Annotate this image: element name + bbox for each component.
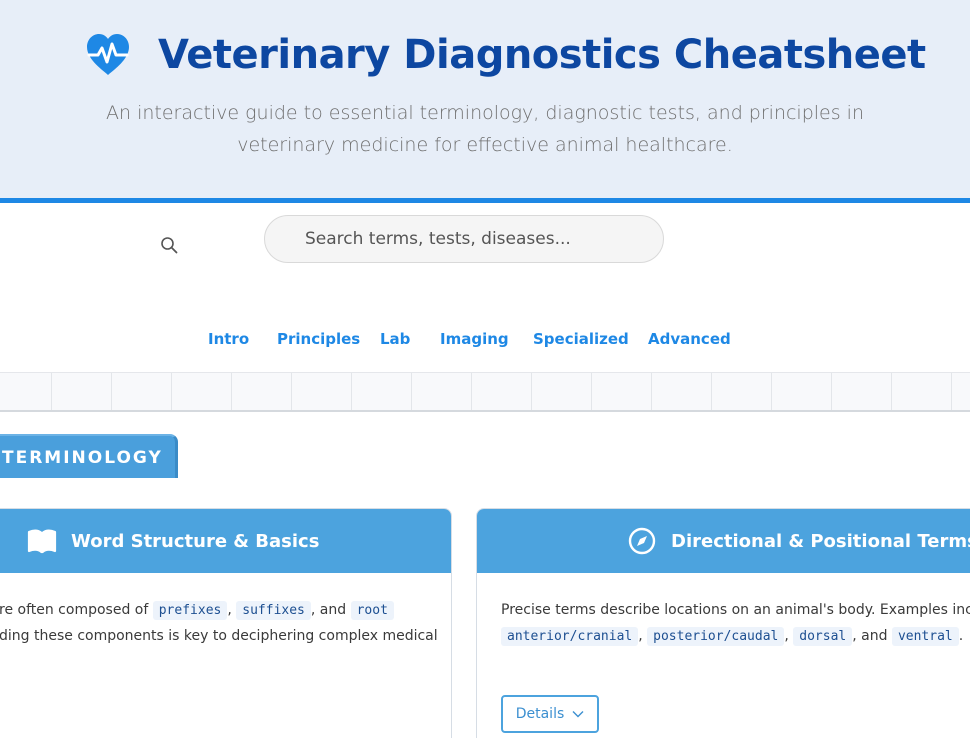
code-term: root (350, 601, 394, 620)
card-word-structure: Word Structure & Basics re often compose… (0, 508, 452, 738)
card-text-line: ding these components is key to decipher… (0, 623, 438, 649)
nav-link-imaging[interactable]: Imaging (440, 330, 509, 348)
code-term: suffixes (236, 601, 311, 620)
page-title: Veterinary Diagnostics Cheatsheet (158, 32, 926, 78)
card-header: Word Structure & Basics (0, 509, 451, 573)
details-button[interactable]: Details (501, 695, 599, 733)
code-term: dorsal (793, 627, 853, 646)
body-text: re often composed of (0, 602, 149, 618)
code-term: ventral (891, 627, 959, 646)
compass-icon (628, 527, 656, 555)
body-text: ding these components is key to decipher… (0, 628, 438, 644)
search-input[interactable] (264, 215, 664, 263)
nav-link-specialized[interactable]: Specialized (533, 330, 629, 348)
separator: , (638, 628, 643, 644)
card-directional-terms: Directional & Positional Terms Precise t… (476, 508, 970, 738)
card-text-line: re often composed of prefixes, suffixes,… (0, 597, 394, 624)
nav-link-principles[interactable]: Principles (277, 330, 360, 348)
body-text: Precise terms describe locations on an a… (501, 602, 970, 618)
nav-link-lab[interactable]: Lab (380, 330, 410, 348)
card-header: Directional & Positional Terms (477, 509, 970, 573)
section-nav: Intro Principles Lab Imaging Specialized… (0, 330, 970, 356)
code-term: posterior/caudal (647, 627, 785, 646)
card-text-line: Precise terms describe locations on an a… (501, 597, 970, 623)
header-accent-bar (0, 198, 970, 203)
page-header: Veterinary Diagnostics Cheatsheet An int… (0, 0, 970, 198)
nav-link-intro[interactable]: Intro (208, 330, 249, 348)
nav-link-advanced[interactable]: Advanced (648, 330, 731, 348)
code-term: prefixes (152, 601, 228, 620)
code-term: anterior/cranial (501, 627, 639, 646)
separator: , (784, 628, 789, 644)
conjunction: , and (310, 602, 347, 618)
book-icon (27, 529, 57, 554)
details-label: Details (515, 706, 565, 722)
card-title: Word Structure & Basics (71, 530, 320, 552)
chevron-down-icon (572, 711, 584, 718)
conjunction: , and (852, 628, 888, 644)
grid-divider (0, 372, 970, 412)
title-row: Veterinary Diagnostics Cheatsheet (84, 28, 926, 82)
heartbeat-icon (87, 34, 129, 75)
search-icon (161, 237, 178, 254)
period: . (958, 628, 964, 644)
card-text-line: anterior/cranial, posterior/caudal, dors… (501, 623, 963, 650)
section-tab-terminology[interactable]: TERMINOLOGY (0, 434, 178, 478)
card-title: Directional & Positional Terms (671, 530, 970, 552)
page-subtitle: An interactive guide to essential termin… (106, 102, 864, 156)
separator: , (227, 602, 232, 618)
section-tab-label: TERMINOLOGY (2, 448, 163, 468)
